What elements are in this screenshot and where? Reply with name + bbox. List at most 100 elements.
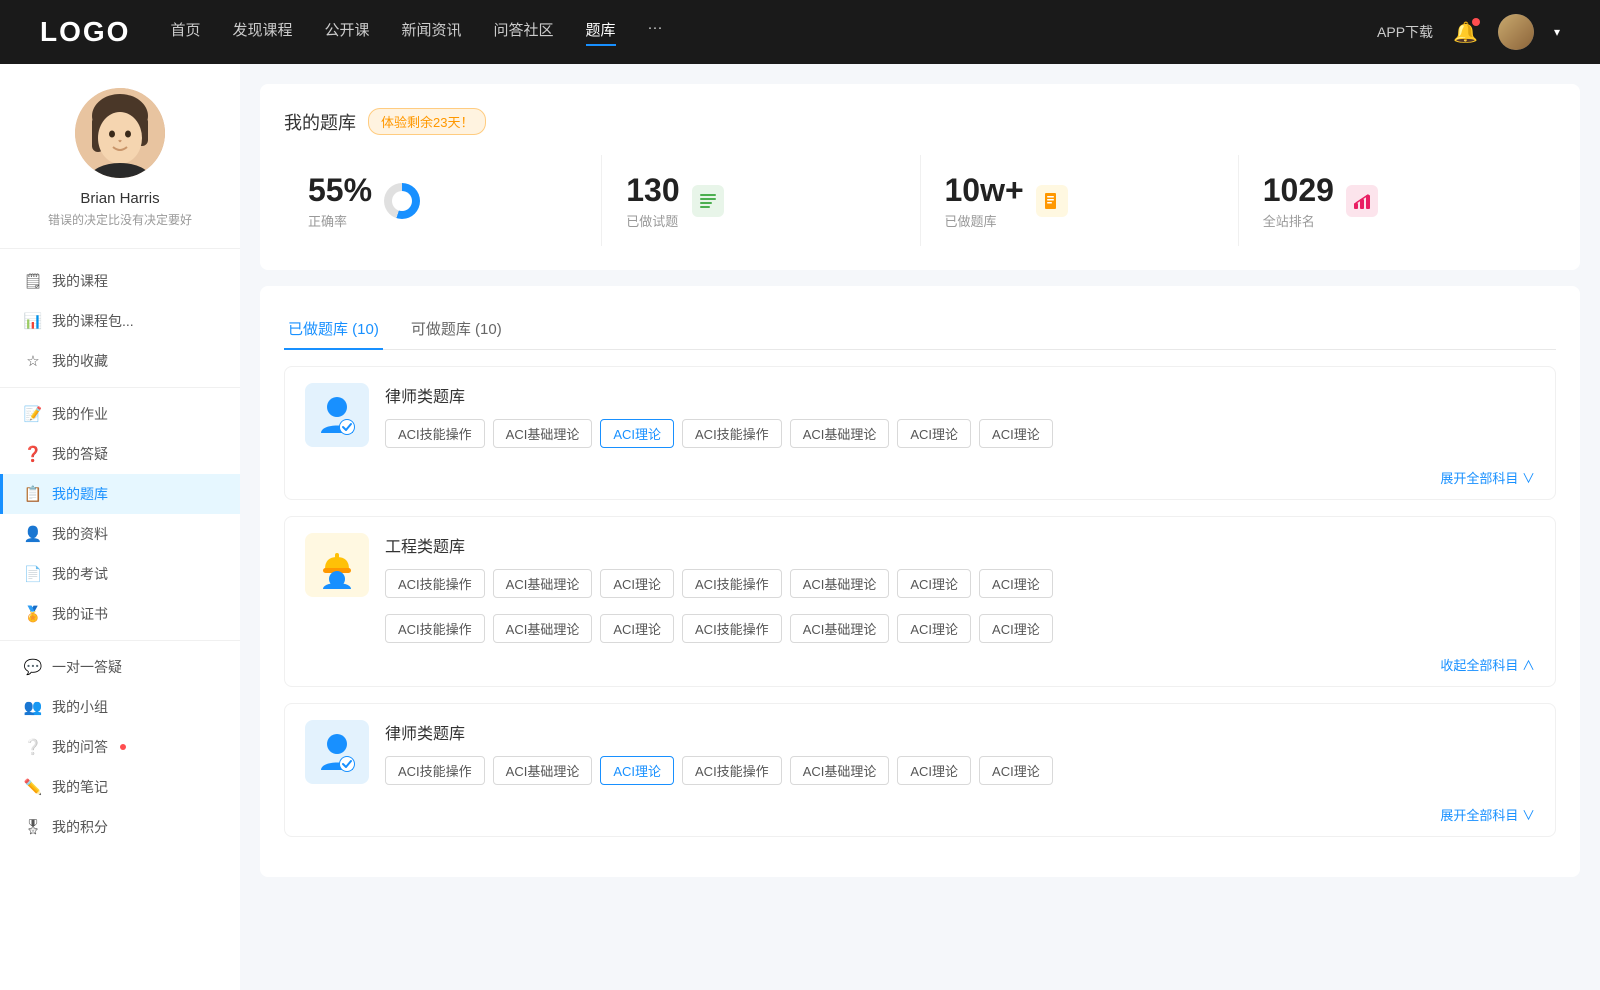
nav-discover[interactable]: 发现课程 <box>232 19 292 46</box>
bank-tag-1r2-5[interactable]: ACI理论 <box>897 614 971 643</box>
sidebar-item-my-questions[interactable]: ❔ 我的问答 <box>0 727 240 767</box>
bank-tag-1-0[interactable]: ACI技能操作 <box>385 569 485 598</box>
sidebar-item-certificate[interactable]: 🏅 我的证书 <box>0 594 240 634</box>
stat-ranking: 1029 全站排名 <box>1239 155 1556 246</box>
users-icon: 👥 <box>24 698 42 716</box>
bank-tag-1r2-1[interactable]: ACI基础理论 <box>493 614 593 643</box>
avatar-image <box>1498 14 1534 50</box>
nav-links: 首页 发现课程 公开课 新闻资讯 问答社区 题库 ··· <box>170 19 1337 46</box>
bank-tag-2-2[interactable]: ACI理论 <box>600 756 674 785</box>
sidebar: Brian Harris 错误的决定比没有决定要好 🗒 我的课程 📊 我的课程包… <box>0 64 240 990</box>
book-icon <box>1036 185 1068 217</box>
tabs-container: 已做题库 (10) 可做题库 (10) <box>284 310 1556 350</box>
stat-value-correct-rate: 55% 正确率 <box>308 171 372 230</box>
bank-tag-1r2-4[interactable]: ACI基础理论 <box>790 614 890 643</box>
medal-icon: 🏅 <box>24 605 42 623</box>
sidebar-item-homework[interactable]: 📝 我的作业 <box>0 394 240 434</box>
user-avatar[interactable] <box>1498 14 1534 50</box>
bank-tag-0-3[interactable]: ACI技能操作 <box>682 419 782 448</box>
notification-bell[interactable]: 🔔 <box>1453 20 1478 45</box>
main-layout: Brian Harris 错误的决定比没有决定要好 🗒 我的课程 📊 我的课程包… <box>0 64 1600 990</box>
stat-questions-done: 130 已做试题 <box>602 155 920 246</box>
nav-more[interactable]: ··· <box>648 19 663 46</box>
sidebar-item-my-courses[interactable]: 🗒 我的课程 <box>0 261 240 301</box>
bank-tag-1-5[interactable]: ACI理论 <box>897 569 971 598</box>
tab-done-banks[interactable]: 已做题库 (10) <box>284 310 383 349</box>
edit-icon: 📝 <box>24 405 42 423</box>
bank-tag-2-3[interactable]: ACI技能操作 <box>682 756 782 785</box>
bank-tag-1r2-3[interactable]: ACI技能操作 <box>682 614 782 643</box>
bank-header-0: 律师类题库 ACI技能操作 ACI基础理论 ACI理论 ACI技能操作 ACI基… <box>285 367 1555 464</box>
sidebar-item-my-notes[interactable]: ✏️ 我的笔记 <box>0 767 240 807</box>
bank-tags-row2-1: ACI技能操作 ACI基础理论 ACI理论 ACI技能操作 ACI基础理论 AC… <box>285 614 1555 643</box>
bank-tag-1-3[interactable]: ACI技能操作 <box>682 569 782 598</box>
sidebar-divider-2 <box>0 640 240 641</box>
bank-name-2: 律师类题库 <box>385 720 1535 744</box>
bank-tag-1r2-6[interactable]: ACI理论 <box>979 614 1053 643</box>
sidebar-item-my-qa[interactable]: ❓ 我的答疑 <box>0 434 240 474</box>
bank-tag-1r2-2[interactable]: ACI理论 <box>600 614 674 643</box>
bank-tag-1-6[interactable]: ACI理论 <box>979 569 1053 598</box>
bank-tag-1r2-0[interactable]: ACI技能操作 <box>385 614 485 643</box>
stat-value-questions: 130 已做试题 <box>626 171 679 230</box>
sidebar-item-favorites[interactable]: ☆ 我的收藏 <box>0 341 240 381</box>
bank-name-1: 工程类题库 <box>385 533 1535 557</box>
bank-tag-1-2[interactable]: ACI理论 <box>600 569 674 598</box>
list-icon <box>692 185 724 217</box>
expand-button-0[interactable]: 展开全部科目 ∨ <box>1440 468 1535 487</box>
bank-header-2: 律师类题库 ACI技能操作 ACI基础理论 ACI理论 ACI技能操作 ACI基… <box>285 704 1555 801</box>
bank-icon-engineer <box>305 533 369 597</box>
bank-tag-2-4[interactable]: ACI基础理论 <box>790 756 890 785</box>
stat-value-banks: 10w+ 已做题库 <box>945 171 1024 230</box>
profile-avatar <box>75 88 165 178</box>
file-text-icon: 📄 <box>24 565 42 583</box>
pen-icon: ✏️ <box>24 778 42 796</box>
bank-tag-0-4[interactable]: ACI基础理论 <box>790 419 890 448</box>
tab-available-banks[interactable]: 可做题库 (10) <box>407 310 506 349</box>
stat-value-rank: 1029 全站排名 <box>1263 171 1334 230</box>
nav-home[interactable]: 首页 <box>170 19 200 46</box>
bank-tag-0-0[interactable]: ACI技能操作 <box>385 419 485 448</box>
bank-tag-0-5[interactable]: ACI理论 <box>897 419 971 448</box>
nav-news[interactable]: 新闻资讯 <box>402 19 462 46</box>
donut-chart <box>384 183 420 219</box>
nav-open-course[interactable]: 公开课 <box>324 19 369 46</box>
bank-item-2: 律师类题库 ACI技能操作 ACI基础理论 ACI理论 ACI技能操作 ACI基… <box>284 703 1556 837</box>
bank-tag-2-6[interactable]: ACI理论 <box>979 756 1053 785</box>
sidebar-item-label: 我的问答 <box>52 737 108 757</box>
nav-qa[interactable]: 问答社区 <box>494 19 554 46</box>
sidebar-item-my-exam[interactable]: 📄 我的考试 <box>0 554 240 594</box>
sidebar-item-my-data[interactable]: 👤 我的资料 <box>0 514 240 554</box>
bank-tag-0-2[interactable]: ACI理论 <box>600 419 674 448</box>
stat-banks-done: 10w+ 已做题库 <box>921 155 1239 246</box>
bank-icon-lawyer-2 <box>305 720 369 784</box>
bank-tag-2-0[interactable]: ACI技能操作 <box>385 756 485 785</box>
sidebar-item-my-points[interactable]: 🎖 我的积分 <box>0 807 240 847</box>
collapse-button-1[interactable]: 收起全部科目 ∧ <box>1440 655 1535 674</box>
table-icon: 📋 <box>24 485 42 503</box>
bank-header-1: 工程类题库 ACI技能操作 ACI基础理论 ACI理论 ACI技能操作 ACI基… <box>285 517 1555 614</box>
sidebar-item-label: 我的资料 <box>52 524 108 544</box>
notification-dot <box>1472 18 1480 26</box>
app-download-link[interactable]: APP下载 <box>1377 22 1433 42</box>
user-name: Brian Harris <box>80 190 159 207</box>
sidebar-item-label: 我的题库 <box>52 484 108 504</box>
nav-question-bank[interactable]: 题库 <box>586 19 616 46</box>
sidebar-item-my-bank[interactable]: 📋 我的题库 <box>0 474 240 514</box>
chart-icon <box>1346 185 1378 217</box>
bank-tag-1-4[interactable]: ACI基础理论 <box>790 569 890 598</box>
bank-tag-1-1[interactable]: ACI基础理论 <box>493 569 593 598</box>
sidebar-menu: 🗒 我的课程 📊 我的课程包... ☆ 我的收藏 📝 我的作业 ❓ 我的答疑 � <box>0 261 240 847</box>
bank-tag-2-1[interactable]: ACI基础理论 <box>493 756 593 785</box>
expand-button-2[interactable]: 展开全部科目 ∨ <box>1440 805 1535 824</box>
bank-tag-0-6[interactable]: ACI理论 <box>979 419 1053 448</box>
bank-footer-1: 收起全部科目 ∧ <box>285 651 1555 686</box>
sidebar-item-one-on-one[interactable]: 💬 一对一答疑 <box>0 647 240 687</box>
bank-tag-0-1[interactable]: ACI基础理论 <box>493 419 593 448</box>
sidebar-item-course-package[interactable]: 📊 我的课程包... <box>0 301 240 341</box>
sidebar-item-label: 我的作业 <box>52 404 108 424</box>
bank-tag-2-5[interactable]: ACI理论 <box>897 756 971 785</box>
sidebar-item-my-group[interactable]: 👥 我的小组 <box>0 687 240 727</box>
bank-tags-2: ACI技能操作 ACI基础理论 ACI理论 ACI技能操作 ACI基础理论 AC… <box>385 756 1535 785</box>
avatar-dropdown-icon[interactable]: ▾ <box>1554 25 1560 39</box>
